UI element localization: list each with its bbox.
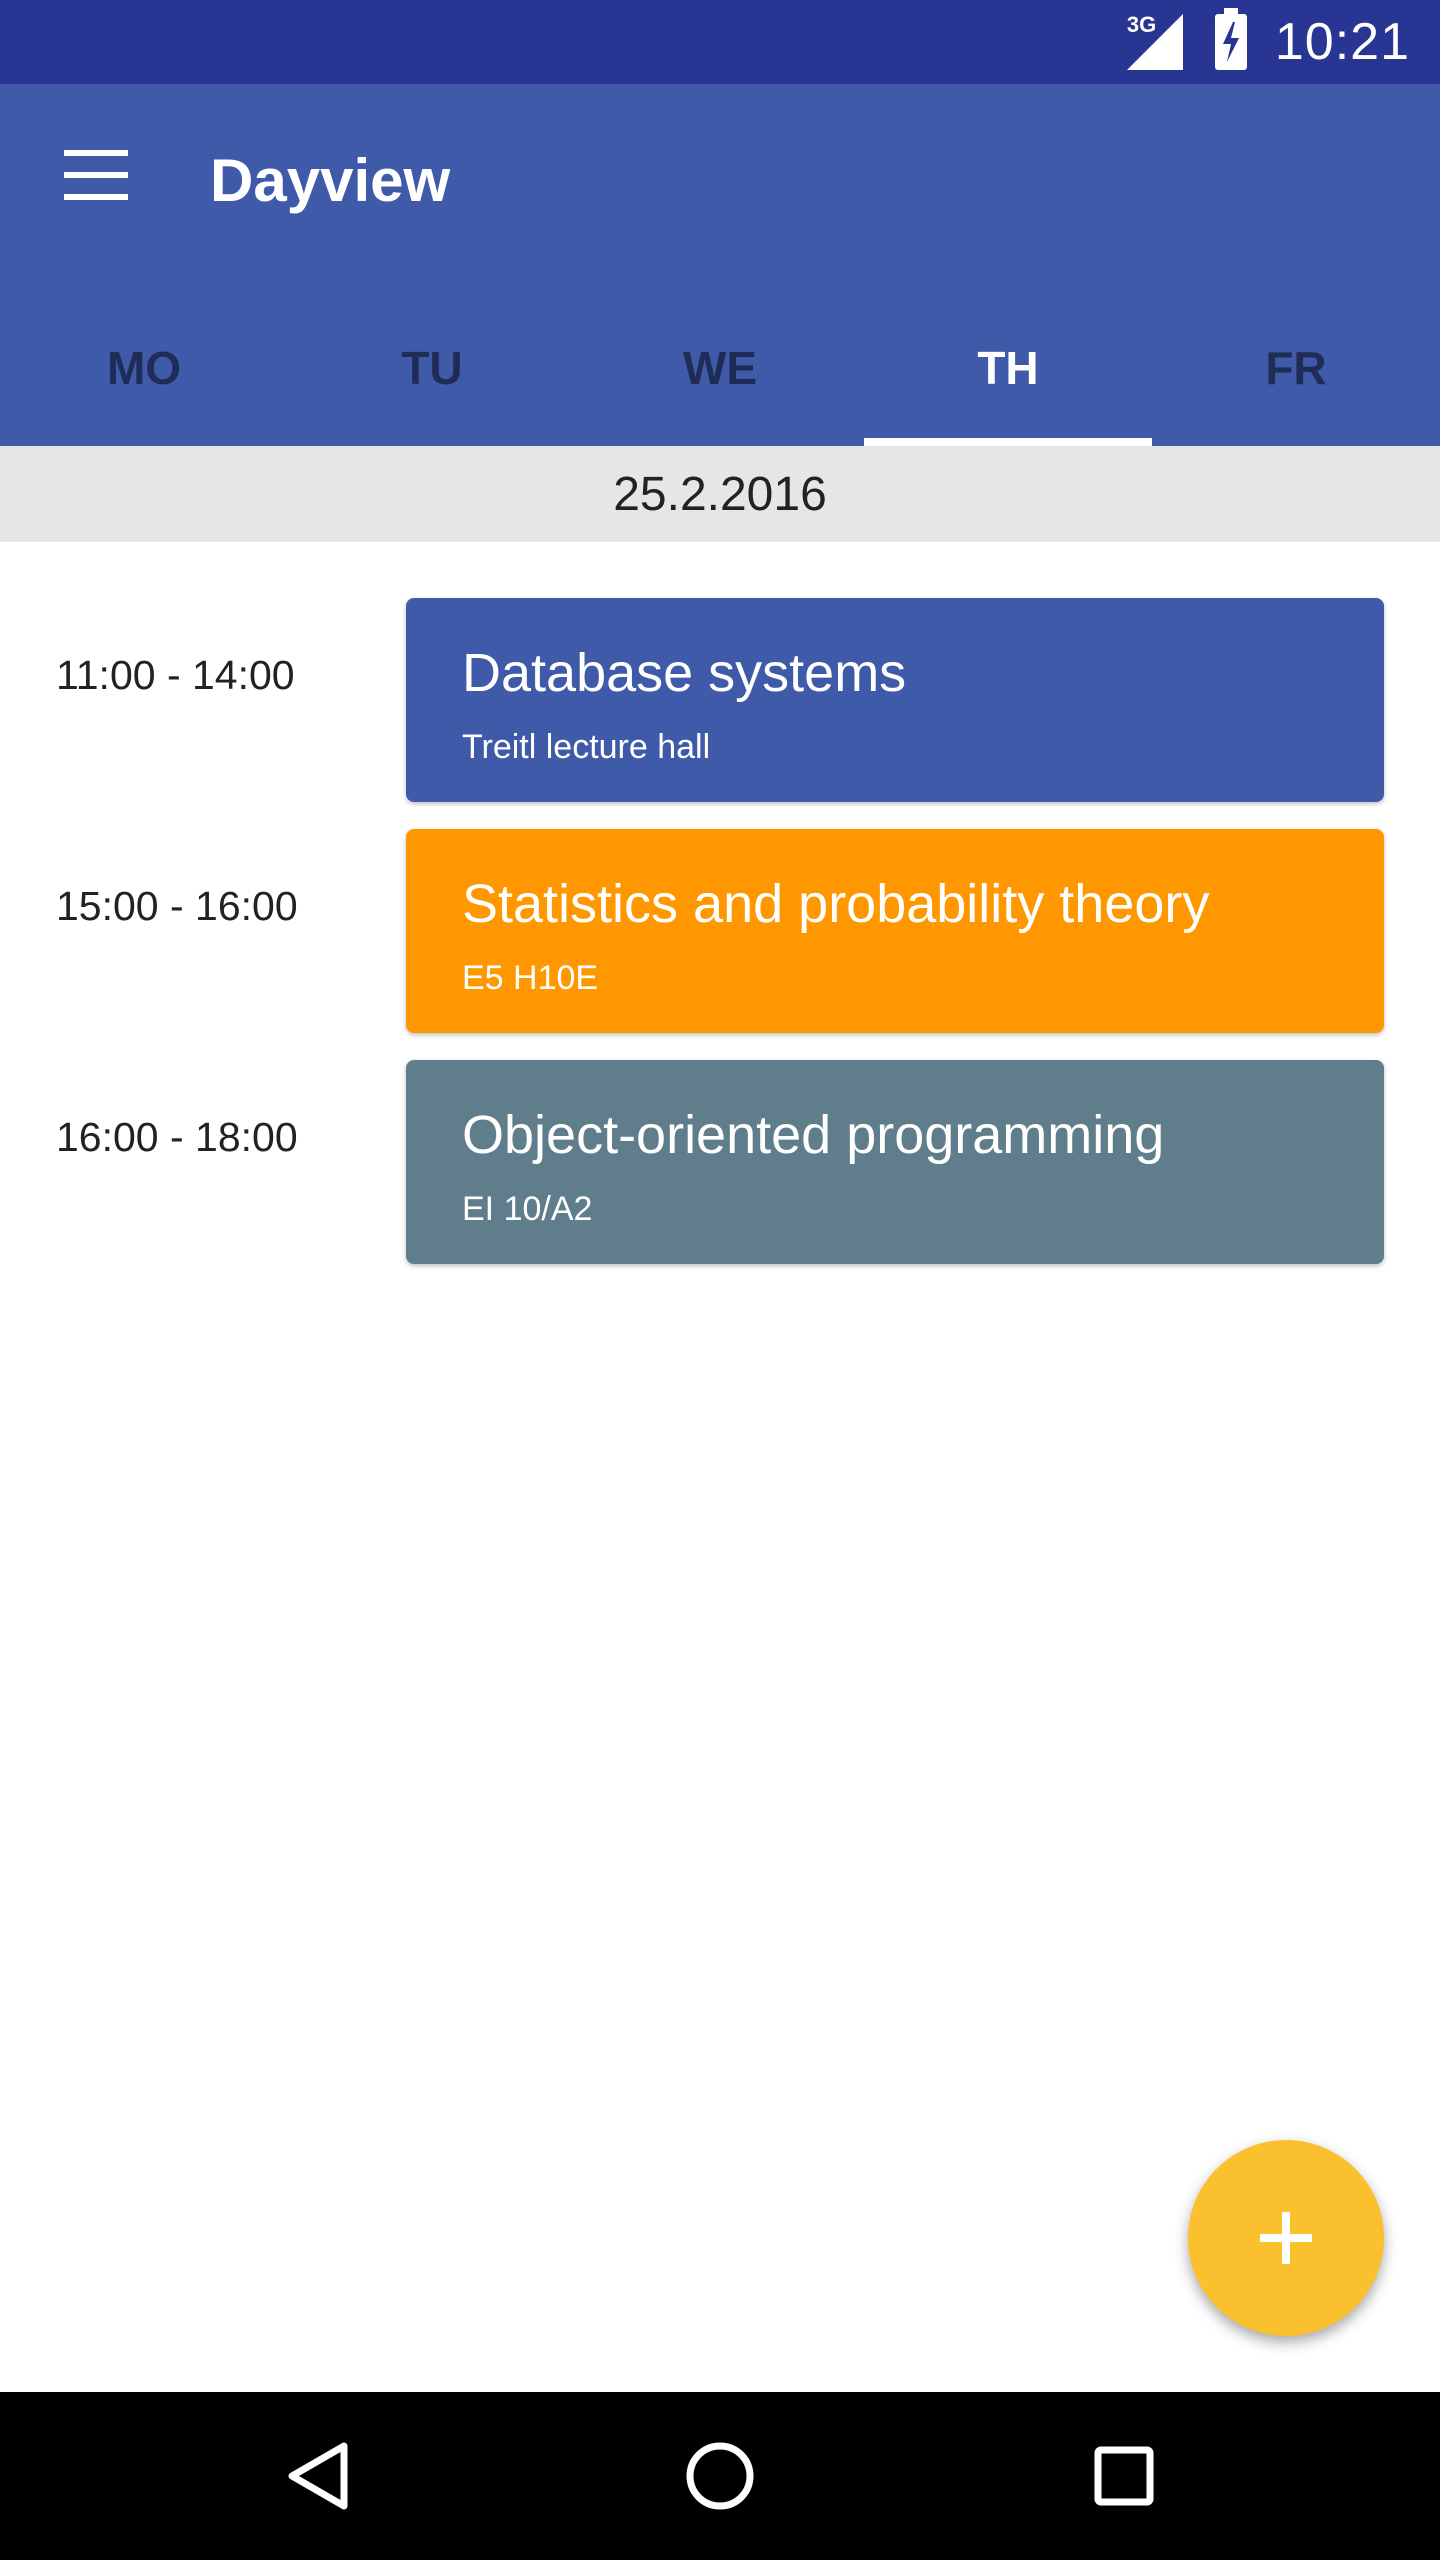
event-time: 15:00 - 16:00 bbox=[56, 882, 298, 929]
event-row: 15:00 - 16:00 Statistics and probability… bbox=[0, 829, 1440, 1033]
event-card-database-systems[interactable]: Database systems Treitl lecture hall bbox=[406, 598, 1384, 802]
app-title: Dayview bbox=[210, 147, 451, 214]
add-event-button[interactable] bbox=[1188, 2140, 1384, 2336]
date-header: 25.2.2016 bbox=[0, 446, 1440, 542]
recents-icon[interactable] bbox=[1074, 2426, 1174, 2526]
event-card-object-oriented-programming[interactable]: Object-oriented programming EI 10/A2 bbox=[406, 1060, 1384, 1264]
menu-icon[interactable] bbox=[60, 144, 136, 206]
home-icon[interactable] bbox=[670, 2426, 770, 2526]
status-time: 10:21 bbox=[1274, 13, 1410, 71]
tab-friday[interactable]: FR bbox=[1152, 290, 1440, 446]
event-time: 16:00 - 18:00 bbox=[56, 1113, 298, 1160]
battery-charging-icon bbox=[1213, 7, 1249, 77]
status-icons: 3G 10:21 bbox=[1123, 0, 1410, 84]
status-bar: 3G 10:21 bbox=[0, 0, 1440, 84]
event-room: Treitl lecture hall bbox=[462, 728, 711, 766]
tab-thursday[interactable]: TH bbox=[864, 290, 1152, 446]
day-tabs: MO TU WE TH FR bbox=[0, 290, 1440, 446]
tab-tuesday[interactable]: TU bbox=[288, 290, 576, 446]
event-row: 16:00 - 18:00 Object-oriented programmin… bbox=[0, 1060, 1440, 1264]
navigation-bar bbox=[0, 2392, 1440, 2560]
event-title: Database systems bbox=[462, 643, 907, 703]
event-room: EI 10/A2 bbox=[462, 1190, 593, 1228]
tab-wednesday[interactable]: WE bbox=[576, 290, 864, 446]
tab-monday[interactable]: MO bbox=[0, 290, 288, 446]
cellular-signal-icon: 3G bbox=[1123, 10, 1187, 74]
event-title: Object-oriented programming bbox=[462, 1105, 1165, 1165]
event-card-statistics[interactable]: Statistics and probability theory E5 H10… bbox=[406, 829, 1384, 1033]
event-time: 11:00 - 14:00 bbox=[56, 651, 295, 698]
event-title: Statistics and probability theory bbox=[462, 874, 1210, 934]
event-row: 11:00 - 14:00 Database systems Treitl le… bbox=[0, 598, 1440, 802]
network-type-label: 3G bbox=[1126, 12, 1157, 37]
event-room: E5 H10E bbox=[462, 959, 599, 997]
back-icon[interactable] bbox=[268, 2426, 368, 2526]
app-bar: Dayview MO TU WE TH FR bbox=[0, 84, 1440, 446]
